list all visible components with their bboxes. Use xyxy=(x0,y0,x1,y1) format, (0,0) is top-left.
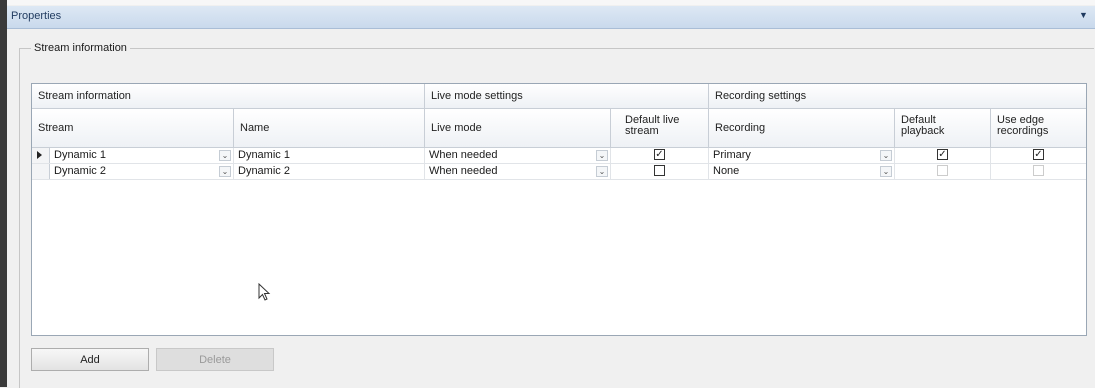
default-playback-cell xyxy=(895,164,991,179)
group-header-recording-settings: Recording settings xyxy=(715,90,807,102)
current-row-indicator-icon xyxy=(37,151,42,159)
recording-cell[interactable]: Primary ⌄ xyxy=(709,148,895,163)
default-playback-checkbox xyxy=(937,165,948,176)
left-edge-bar xyxy=(0,0,7,387)
default-live-stream-cell: ✓ xyxy=(611,148,709,163)
dropdown-arrow-icon[interactable]: ⌄ xyxy=(596,150,608,161)
group-header-live-mode-settings: Live mode settings xyxy=(425,84,709,108)
default-live-checkbox[interactable]: ✓ xyxy=(654,149,665,160)
dropdown-arrow-icon[interactable]: ⌄ xyxy=(596,166,608,177)
add-button[interactable]: Add xyxy=(31,348,149,371)
recording-cell[interactable]: None ⌄ xyxy=(709,164,895,179)
table-row[interactable]: Dynamic 2 ⌄ Dynamic 2 When needed ⌄ None… xyxy=(32,164,1086,180)
use-edge-recordings-cell xyxy=(991,164,1086,179)
column-header-name[interactable]: Name xyxy=(234,109,425,147)
properties-header[interactable]: Properties ▼ xyxy=(7,6,1095,29)
mouse-pointer-icon xyxy=(258,283,271,301)
name-cell[interactable]: Dynamic 2 xyxy=(234,164,425,179)
use-edge-recordings-checkbox xyxy=(1033,165,1044,176)
column-header-default-live-stream[interactable]: Default live stream xyxy=(611,109,709,147)
dropdown-arrow-icon[interactable]: ⌄ xyxy=(219,150,231,161)
dropdown-arrow-icon[interactable]: ⌄ xyxy=(880,166,892,177)
row-header[interactable] xyxy=(32,148,50,163)
top-strip xyxy=(7,0,1095,5)
column-header-use-edge-recordings[interactable]: Use edge recordings xyxy=(991,109,1086,147)
live-mode-cell[interactable]: When needed ⌄ xyxy=(425,164,611,179)
stream-cell[interactable]: Dynamic 2 ⌄ xyxy=(50,164,234,179)
delete-button[interactable]: Delete xyxy=(156,348,274,371)
use-edge-recordings-cell: ✓ xyxy=(991,148,1086,163)
grid-group-header-row: Stream information Live mode settings Re… xyxy=(32,84,1086,109)
default-playback-checkbox[interactable]: ✓ xyxy=(937,149,948,160)
group-header-stream-information: Stream information xyxy=(32,84,425,108)
column-header-stream[interactable]: Stream xyxy=(32,109,234,147)
group-legend: Stream information xyxy=(31,42,130,54)
table-row[interactable]: Dynamic 1 ⌄ Dynamic 1 When needed ⌄ ✓ Pr… xyxy=(32,148,1086,164)
column-header-default-playback[interactable]: Default playback xyxy=(895,109,991,147)
panel-title: Properties xyxy=(11,10,62,22)
chevron-down-icon[interactable]: ▼ xyxy=(1079,10,1089,20)
dropdown-arrow-icon[interactable]: ⌄ xyxy=(880,150,892,161)
default-playback-cell: ✓ xyxy=(895,148,991,163)
default-live-checkbox[interactable] xyxy=(654,165,665,176)
row-header[interactable] xyxy=(32,164,50,179)
grid-column-header-row: Stream Name Live mode Default live strea… xyxy=(32,109,1086,148)
dropdown-arrow-icon[interactable]: ⌄ xyxy=(219,166,231,177)
default-live-stream-cell xyxy=(611,164,709,179)
stream-cell[interactable]: Dynamic 1 ⌄ xyxy=(50,148,234,163)
column-header-recording[interactable]: Recording xyxy=(709,109,895,147)
column-header-live-mode[interactable]: Live mode xyxy=(425,109,611,147)
live-mode-cell[interactable]: When needed ⌄ xyxy=(425,148,611,163)
streams-grid[interactable]: Stream information Live mode settings Re… xyxy=(31,83,1087,336)
name-cell[interactable]: Dynamic 1 xyxy=(234,148,425,163)
use-edge-recordings-checkbox[interactable]: ✓ xyxy=(1033,149,1044,160)
